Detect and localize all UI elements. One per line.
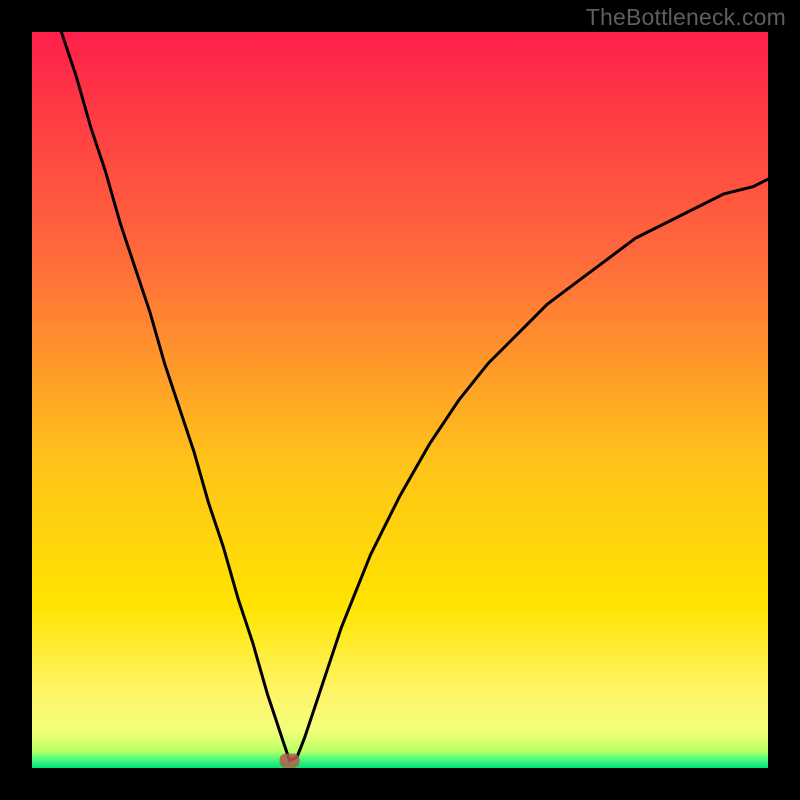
watermark-text: TheBottleneck.com (586, 4, 786, 31)
current-point-marker (280, 754, 300, 768)
plot-area (32, 32, 768, 768)
chart-background (32, 32, 768, 768)
chart-svg (32, 32, 768, 768)
chart-container: TheBottleneck.com (0, 0, 800, 800)
